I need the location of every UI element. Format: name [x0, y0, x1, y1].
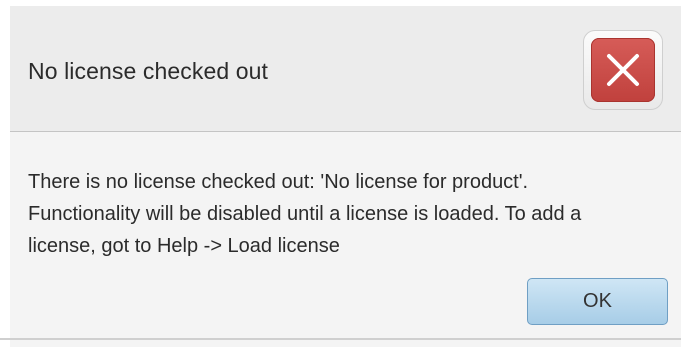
dialog-message: There is no license checked out: 'No lic… — [28, 171, 582, 257]
license-dialog: No license checked out There is no licen… — [10, 6, 681, 347]
dialog-title: No license checked out — [28, 58, 269, 84]
dialog-header: No license checked out — [10, 6, 681, 132]
divider — [0, 338, 681, 340]
close-button[interactable] — [583, 30, 663, 110]
ok-button[interactable]: OK — [527, 278, 668, 325]
close-icon — [591, 38, 655, 102]
